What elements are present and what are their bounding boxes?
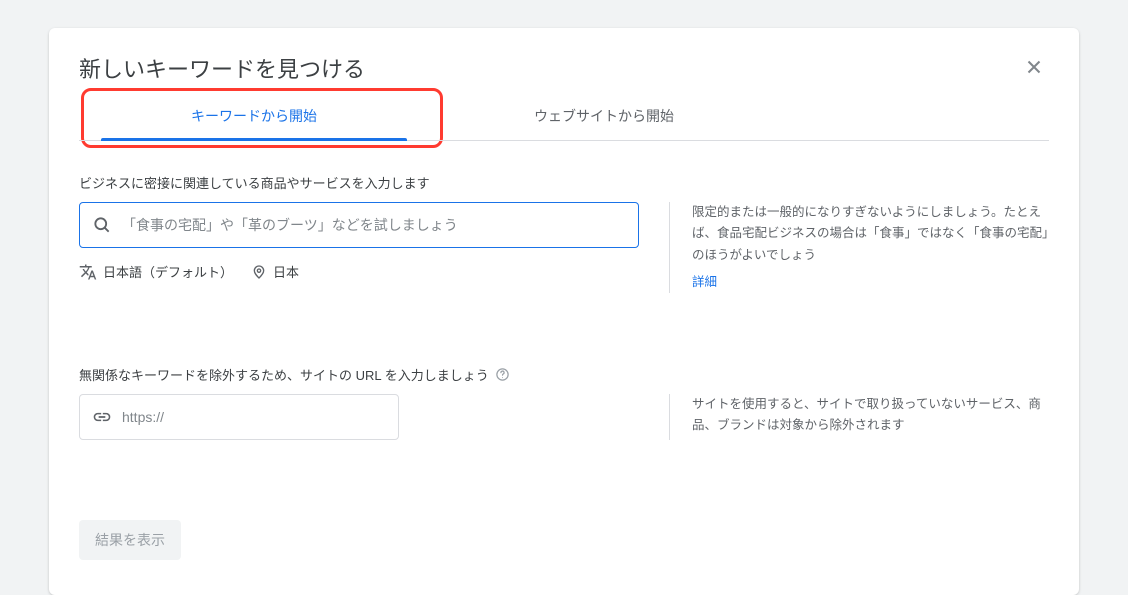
filter-chips-row: 日本語（デフォルト） 日本 — [79, 262, 639, 281]
location-label: 日本 — [273, 262, 299, 281]
show-results-button[interactable]: 結果を表示 — [79, 520, 181, 560]
keyword-input[interactable] — [122, 217, 626, 233]
tab-label: キーワードから開始 — [191, 108, 317, 124]
url-help-text: サイトを使用すると、サイトで取り扱っていないサービス、商品、ブランドは対象から除… — [692, 394, 1049, 437]
link-icon — [92, 407, 112, 427]
page-title: 新しいキーワードを見つける — [79, 52, 365, 84]
details-link[interactable]: 詳細 — [692, 272, 717, 293]
close-icon — [1023, 56, 1045, 78]
language-chip[interactable]: 日本語（デフォルト） — [79, 262, 233, 281]
keyword-section: ビジネスに密接に関連している商品やサービスを入力します 日本語（デフォルト） — [79, 173, 1049, 293]
keyword-section-label: ビジネスに密接に関連している商品やサービスを入力します — [79, 173, 1049, 192]
location-icon — [251, 264, 267, 280]
url-input-container[interactable]: https:// — [79, 394, 399, 440]
search-icon — [92, 215, 112, 235]
keyword-input-container[interactable] — [79, 202, 639, 248]
language-label: 日本語（デフォルト） — [103, 262, 233, 281]
url-placeholder: https:// — [122, 409, 164, 425]
dialog-card: 新しいキーワードを見つける キーワードから開始 ウェブサイトから開始 ビジネスに… — [49, 28, 1079, 595]
location-chip[interactable]: 日本 — [251, 262, 299, 281]
url-help-panel: サイトを使用すると、サイトで取り扱っていないサービス、商品、ブランドは対象から除… — [669, 394, 1049, 440]
tabs: キーワードから開始 ウェブサイトから開始 — [79, 94, 1049, 141]
url-section-label-text: 無関係なキーワードを除外するため、サイトの URL を入力しましょう — [79, 365, 489, 384]
url-section-label: 無関係なキーワードを除外するため、サイトの URL を入力しましょう — [79, 365, 1049, 384]
tab-start-with-website[interactable]: ウェブサイトから開始 — [429, 94, 779, 140]
help-icon[interactable] — [495, 367, 510, 382]
close-button[interactable] — [1019, 52, 1049, 82]
tab-start-with-keywords[interactable]: キーワードから開始 — [79, 94, 429, 140]
translate-icon — [79, 263, 97, 281]
keyword-help-text: 限定的または一般的になりすぎないようにしましょう。たとえば、食品宅配ビジネスの場… — [692, 202, 1049, 266]
dialog-header: 新しいキーワードを見つける — [79, 52, 1049, 94]
url-section: 無関係なキーワードを除外するため、サイトの URL を入力しましょう https… — [79, 365, 1049, 440]
keyword-help-panel: 限定的または一般的になりすぎないようにしましょう。たとえば、食品宅配ビジネスの場… — [669, 202, 1049, 293]
tab-label: ウェブサイトから開始 — [534, 108, 674, 124]
